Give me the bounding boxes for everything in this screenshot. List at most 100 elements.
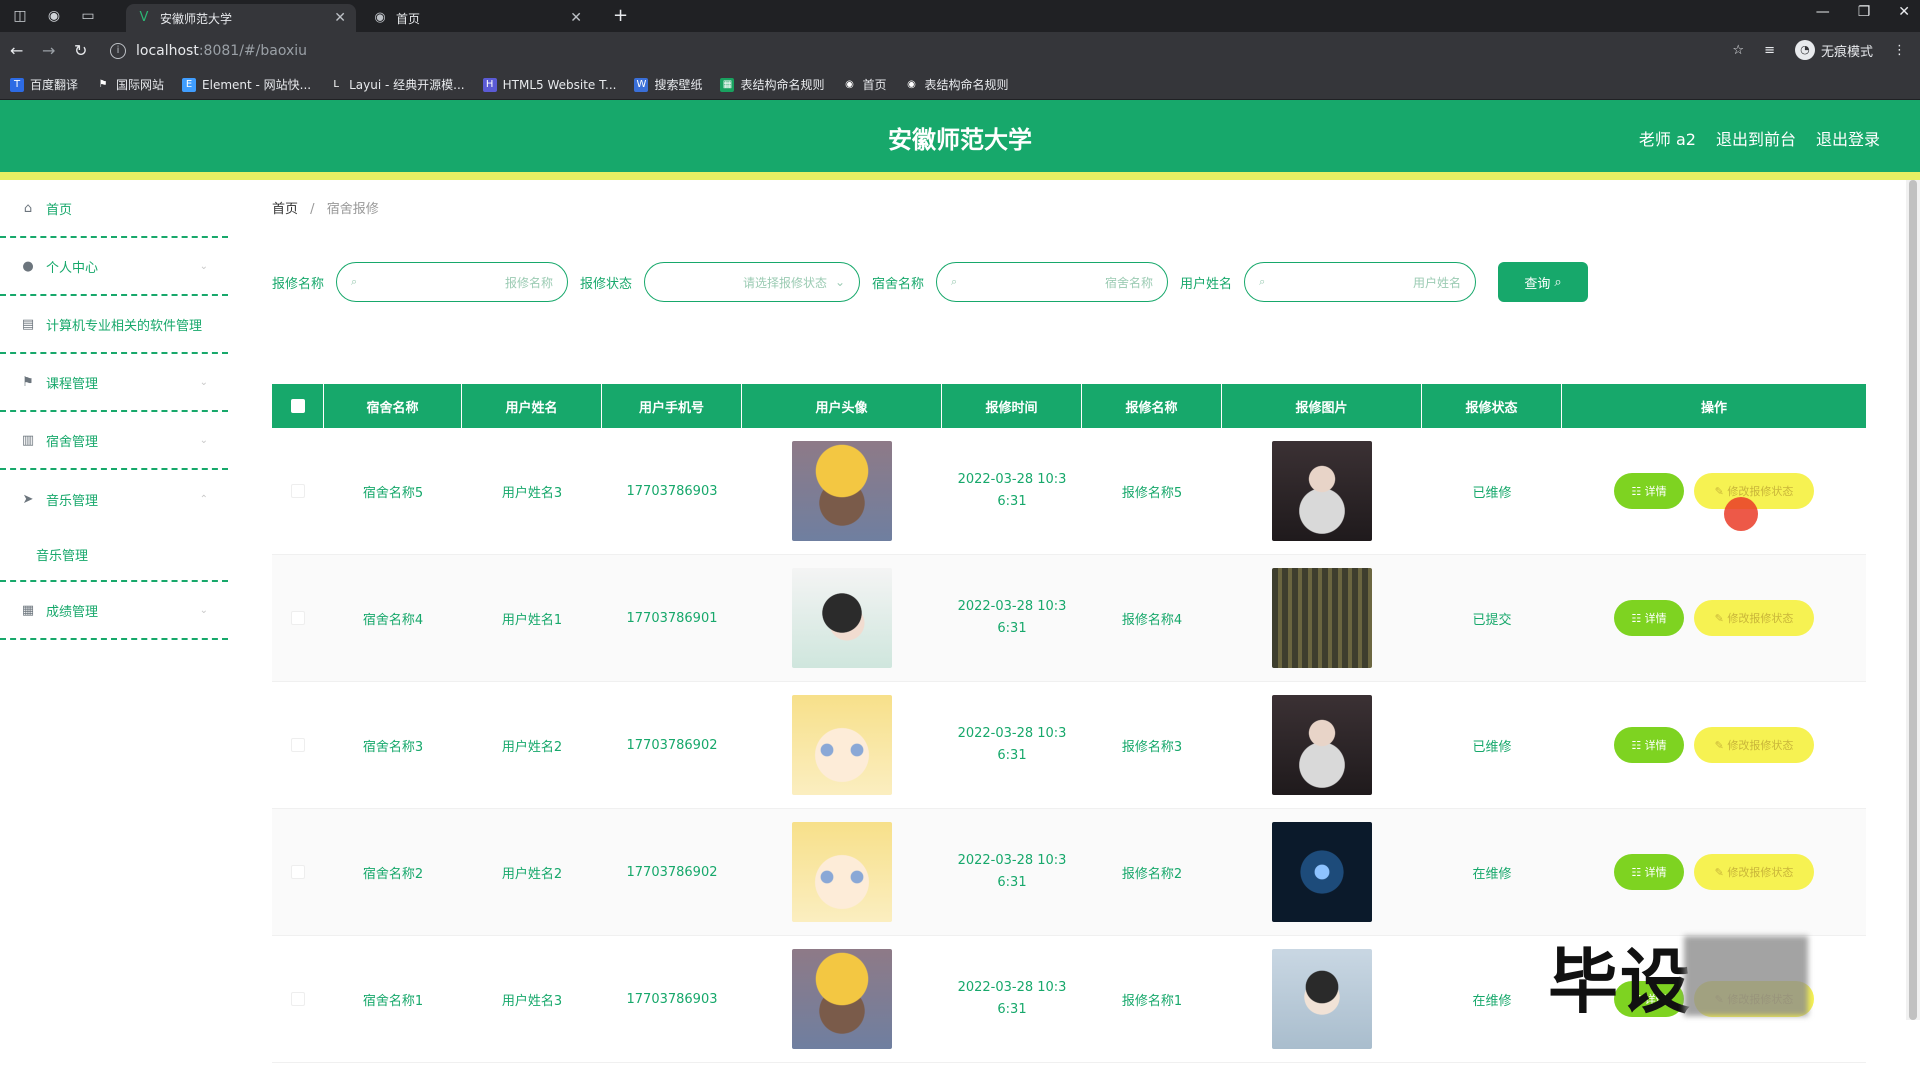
bookmark[interactable]: E Element - 网站快... — [182, 76, 311, 93]
select-all-checkbox[interactable] — [290, 399, 305, 413]
bookmark[interactable]: ⚑ 国际网站 — [96, 76, 165, 93]
browser-tabbar: ◫ ◉ ▭ V 安徽师范大学 ✕ ◉ 首页 ✕ + — ❐ ✕ — [0, 0, 1920, 32]
reload-icon[interactable]: ↻ — [74, 41, 87, 60]
bookmark[interactable]: T 百度翻译 — [10, 76, 78, 93]
tab-search-icon[interactable]: ◫ — [10, 6, 30, 26]
sidebar-item-home[interactable]: ⌂ 首页 — [0, 180, 228, 238]
sidebar-item-grades[interactable]: ▦ 成绩管理 ⌄ — [0, 582, 228, 640]
row-checkbox[interactable] — [291, 738, 305, 752]
mouse-cursor-indicator — [1724, 497, 1758, 531]
menu-dots-icon[interactable]: ⋮ — [1893, 43, 1906, 58]
wallpaper-icon: W — [634, 77, 649, 92]
restore-icon[interactable]: ❐ — [1858, 4, 1871, 20]
send-icon: ➤ — [22, 491, 34, 507]
bookmark[interactable]: L Layui - 经典开源模... — [329, 76, 464, 93]
app-header: 安徽师范大学 老师 a2 退出到前台 退出登录 — [0, 100, 1920, 172]
breadcrumb-home[interactable]: 首页 — [272, 202, 298, 217]
edit-status-button[interactable]: ✎ 修改报修状态 — [1694, 854, 1814, 890]
actions-cell: ☷ 详情 ✎ 修改报修状态 — [1562, 809, 1866, 935]
details-button[interactable]: ☷ 详情 — [1614, 727, 1684, 763]
edit-icon: ✎ — [1714, 484, 1728, 498]
bookmark[interactable]: ◉ 首页 — [842, 76, 886, 93]
repair-photo[interactable] — [1272, 822, 1372, 922]
user-name-cell: 用户姓名1 — [501, 612, 563, 628]
vue-favicon-icon: V — [139, 10, 149, 25]
column-header: 报修时间 — [942, 384, 1082, 428]
window-icon[interactable]: ▭ — [78, 6, 98, 26]
column-header: 报修图片 — [1222, 384, 1422, 428]
bookmark[interactable]: ◉ 表结构命名规则 — [905, 76, 1008, 93]
forward-icon[interactable]: → — [42, 41, 55, 60]
profile-button[interactable]: ◔ 无痕模式 — [1794, 40, 1873, 60]
url-field[interactable]: i localhost :8081/#/baoxiu — [110, 38, 1730, 64]
user-name-input[interactable]: ⌕ 用户姓名 — [1244, 262, 1477, 302]
search-form: 报修名称 ⌕ 报修名称 报修状态 请选择报修状态 ⌄ 宿舍名称 ⌕ 宿舍名称 用… — [272, 262, 1589, 302]
avatar[interactable] — [792, 568, 892, 668]
edit-status-button[interactable]: ✎ 修改报修状态 — [1694, 600, 1814, 636]
close-window-icon[interactable]: ✕ — [1898, 4, 1910, 20]
details-button[interactable]: ☷ 详情 — [1614, 854, 1684, 890]
dorm-name-input[interactable]: ⌕ 宿舍名称 — [936, 262, 1169, 302]
scrollbar-thumb[interactable] — [1909, 180, 1917, 1020]
back-icon[interactable]: ← — [10, 41, 23, 60]
repair-status-cell: 已维修 — [1472, 739, 1512, 755]
row-checkbox[interactable] — [291, 611, 305, 625]
actions-cell: ☷ 详情 ✎ 修改报修状态 — [1562, 682, 1866, 808]
row-checkbox[interactable] — [291, 992, 305, 1006]
details-button[interactable]: ☷ 详情 — [1614, 473, 1684, 509]
repair-photo[interactable] — [1272, 568, 1372, 668]
repair-status-select[interactable]: 请选择报修状态 ⌄ — [644, 262, 861, 302]
avatar[interactable] — [792, 695, 892, 795]
info-icon[interactable]: i — [110, 43, 126, 59]
sidebar-item-courses[interactable]: ⚑ 课程管理 ⌄ — [0, 354, 228, 412]
bookmark[interactable]: H HTML5 Website T... — [482, 77, 616, 92]
browser-tab[interactable]: ◉ 首页 ✕ — [362, 4, 592, 32]
sidebar-item-dorm[interactable]: ▥ 宿舍管理 ⌄ — [0, 412, 228, 470]
repair-photo[interactable] — [1272, 695, 1372, 795]
html5-icon: H — [482, 77, 497, 92]
phone-cell: 17703786903 — [626, 483, 718, 499]
sidebar-item-music[interactable]: ➤ 音乐管理 ⌃ — [0, 470, 228, 528]
tab-close-icon[interactable]: ✕ — [570, 10, 582, 26]
repair-photo[interactable] — [1272, 949, 1372, 1049]
reading-list-icon[interactable]: ≡ — [1764, 43, 1775, 58]
star-icon[interactable]: ☆ — [1732, 43, 1744, 58]
repair-photo-cell — [1222, 809, 1422, 935]
search-label: 用户姓名 — [1180, 276, 1233, 292]
bookmark[interactable]: ▦ 表结构命名规则 — [720, 76, 824, 93]
tab-close-icon[interactable]: ✕ — [334, 10, 346, 26]
minimize-icon[interactable]: — — [1816, 4, 1830, 20]
back-to-frontend-link[interactable]: 退出到前台 — [1716, 126, 1796, 150]
chevron-down-icon: ⌄ — [834, 275, 846, 289]
repair-name-input[interactable]: ⌕ 报修名称 — [336, 262, 569, 302]
new-tab-icon[interactable]: + — [613, 5, 628, 26]
row-checkbox[interactable] — [291, 484, 305, 498]
sidebar-item-profile[interactable]: ● 个人中心 ⌄ — [0, 238, 228, 296]
address-right-tools: ☆ ≡ ◔ 无痕模式 ⋮ — [1732, 40, 1906, 60]
sidebar-subitem-music[interactable]: 音乐管理 — [0, 528, 228, 582]
repair-time-cell: 2022-03-28 10:3 6:31 — [957, 853, 1067, 890]
avatar[interactable] — [792, 949, 892, 1049]
avatar[interactable] — [792, 441, 892, 541]
page-scrollbar[interactable] — [1906, 180, 1920, 1020]
browser-tab-active[interactable]: V 安徽师范大学 ✕ — [126, 4, 356, 32]
tab-title: 首页 — [396, 11, 421, 26]
column-header: 宿舍名称 — [324, 384, 462, 428]
query-button[interactable]: 查询 ⌕ — [1498, 262, 1589, 302]
globe-icon[interactable]: ◉ — [44, 6, 64, 26]
current-user: 老师 a2 — [1638, 130, 1696, 149]
user-icon: ● — [22, 258, 34, 274]
sidebar-item-software[interactable]: ▤ 计算机专业相关的软件管理 — [0, 296, 228, 354]
row-checkbox[interactable] — [291, 865, 305, 879]
repair-time-cell: 2022-03-28 10:3 6:31 — [957, 726, 1067, 763]
window-controls: — ❐ ✕ — [1816, 4, 1910, 20]
edit-status-button[interactable]: ✎ 修改报修状态 — [1694, 727, 1814, 763]
avatar[interactable] — [792, 822, 892, 922]
details-button[interactable]: ☷ 详情 — [1614, 600, 1684, 636]
row-select-cell — [272, 555, 324, 681]
bookmark[interactable]: W 搜索壁纸 — [634, 76, 702, 93]
bookmarks-bar: T 百度翻译 ⚑ 国际网站 E Element - 网站快... L Layui - 经… — [0, 70, 1920, 100]
logout-link[interactable]: 退出登录 — [1816, 126, 1880, 150]
phone-cell: 17703786901 — [626, 610, 718, 626]
repair-photo[interactable] — [1272, 441, 1372, 541]
